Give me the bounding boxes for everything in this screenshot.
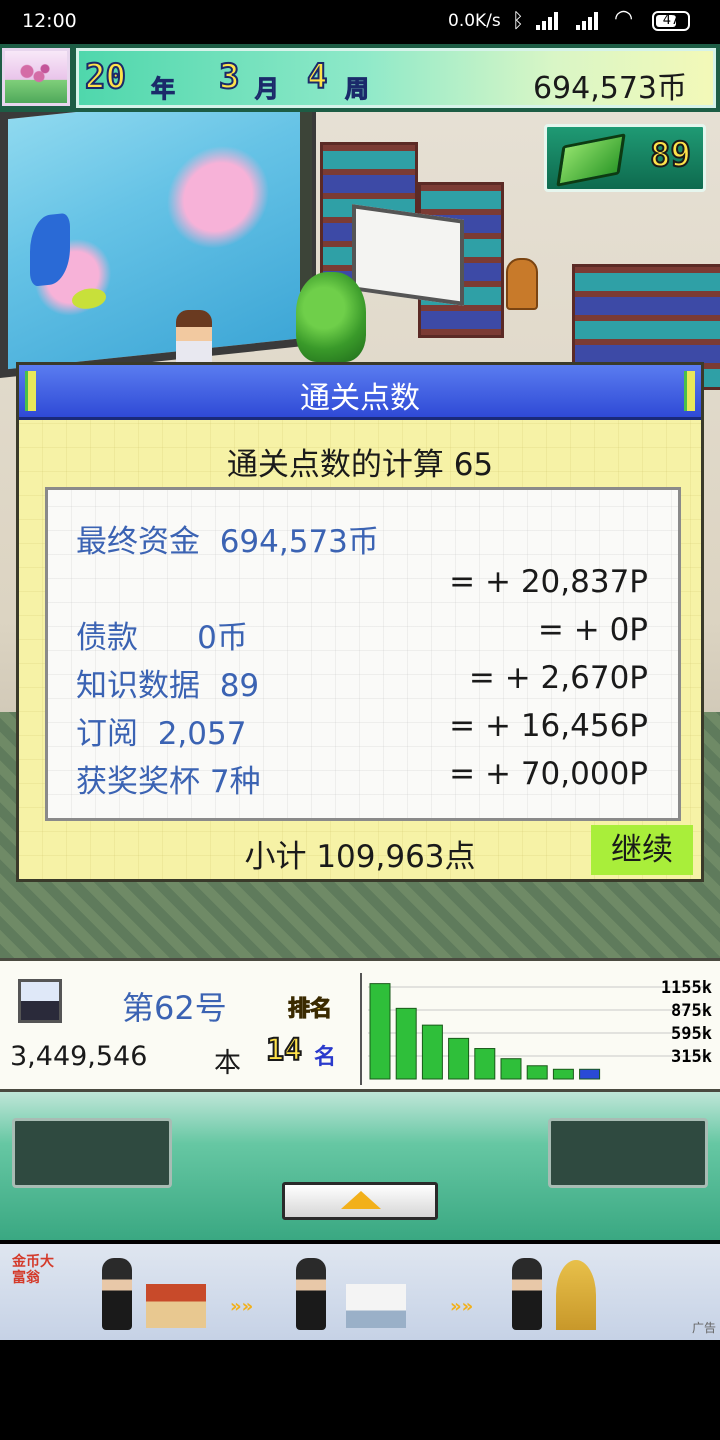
rank-suffix: 名 bbox=[314, 1045, 337, 1070]
chart-bars bbox=[369, 983, 601, 1080]
clock-icon bbox=[506, 258, 538, 310]
chart-y-tick-label: 1155k bbox=[661, 978, 712, 998]
panel-divider bbox=[360, 973, 362, 1085]
ad-arrow-icon-2: »» bbox=[450, 1296, 474, 1317]
row-value-trophies: = + 70,000P bbox=[449, 756, 648, 792]
knowledge-count: 89 bbox=[649, 134, 692, 176]
row-value-knowledge: = + 2,670P bbox=[468, 660, 648, 696]
row-value-funds-points: = + 20,837P bbox=[449, 564, 648, 600]
issue-number: 第62号 bbox=[122, 989, 227, 1027]
expand-menu-button[interactable] bbox=[282, 1182, 438, 1220]
row-value-debt: = + 0P bbox=[537, 612, 648, 648]
ad-character-2 bbox=[296, 1258, 326, 1330]
score-breakdown: 最终资金 694,573币 = + 20,837P 债款 0币 = + 0P 知… bbox=[45, 487, 681, 821]
month-unit: 月 bbox=[255, 75, 280, 104]
chart-bar bbox=[421, 1024, 443, 1080]
ad-character-3 bbox=[512, 1258, 542, 1330]
row-label-knowledge: 知识数据 89 bbox=[76, 668, 260, 704]
chart-bar bbox=[369, 983, 391, 1080]
row-label-debt: 债款 0币 bbox=[76, 620, 248, 656]
date-panel: 20 年 3 月 4 周 694,573币 bbox=[76, 48, 716, 108]
chart-y-tick-label: 315k bbox=[671, 1047, 712, 1067]
ad-character bbox=[102, 1258, 132, 1330]
arrow-up-icon bbox=[341, 1191, 381, 1209]
ad-tower-icon bbox=[556, 1260, 596, 1330]
chart-y-tick-label: 875k bbox=[671, 1001, 712, 1021]
network-speed: 0.0K/s bbox=[448, 11, 501, 31]
chart-gridlines bbox=[368, 986, 710, 1057]
money-display: 694,573币 bbox=[532, 71, 687, 106]
bluetooth-icon: ᛒ bbox=[512, 8, 524, 32]
clear-points-dialog: 通关点数 通关点数的计算 65 最终资金 694,573币 = + 20,837… bbox=[16, 362, 704, 882]
rank-number: 14 bbox=[265, 1032, 303, 1069]
left-menu-button[interactable] bbox=[12, 1118, 172, 1188]
chart-bar bbox=[448, 1037, 470, 1080]
month-number: 3 bbox=[218, 56, 241, 98]
chart-bar bbox=[526, 1065, 548, 1080]
bottom-controls bbox=[0, 1092, 720, 1240]
ad-arrow-icon: »» bbox=[230, 1296, 254, 1317]
year-number: 20 bbox=[84, 56, 127, 98]
row-label-trophies: 获奖奖杯 7种 bbox=[76, 764, 261, 800]
chart-bar bbox=[395, 1007, 417, 1080]
status-bar: 12:00 0.0K/s ᛒ ◠ 47 bbox=[0, 0, 720, 44]
ranking-badge: 排名 bbox=[287, 997, 333, 1023]
magazine-info-panel[interactable]: 第62号 排名 3,449,546 本 14 名 1155k 875k 595k 31… bbox=[0, 958, 720, 1092]
aquarium bbox=[0, 112, 316, 379]
chart-y-labels: 1155k 875k 595k 315k bbox=[661, 978, 712, 1067]
season-cherry-blossom-icon[interactable] bbox=[2, 48, 70, 106]
sales-unit: 本 bbox=[214, 1048, 241, 1079]
ad-building-icon bbox=[346, 1284, 406, 1328]
knowledge-data-button[interactable]: 89 bbox=[544, 124, 706, 192]
right-menu-button[interactable] bbox=[548, 1118, 708, 1188]
signal-icon-2 bbox=[576, 12, 602, 30]
whiteboard bbox=[352, 204, 464, 306]
row-label-final-funds: 最终资金 694,573币 bbox=[76, 524, 379, 560]
ad-banner[interactable]: 金币大富翁 »» »» 广告 bbox=[0, 1244, 720, 1340]
week-unit: 周 bbox=[345, 75, 370, 104]
potted-plant bbox=[296, 272, 366, 362]
chart-bar bbox=[552, 1068, 574, 1080]
week-number: 4 bbox=[306, 56, 329, 98]
row-value-subscriptions: = + 16,456P bbox=[449, 708, 648, 744]
chart-bar bbox=[500, 1058, 522, 1080]
status-time: 12:00 bbox=[22, 10, 77, 32]
wifi-icon: ◠ bbox=[614, 6, 634, 31]
chart-bar bbox=[579, 1068, 601, 1080]
continue-button[interactable]: 继续 bbox=[591, 825, 693, 875]
coral bbox=[158, 130, 278, 264]
signal-icon bbox=[536, 12, 562, 30]
sales-bar-chart: 1155k 875k 595k 315k bbox=[368, 978, 712, 1080]
calc-title: 通关点数的计算 65 bbox=[226, 447, 494, 483]
ad-logo: 金币大富翁 bbox=[12, 1254, 54, 1286]
dialog-header: 通关点数 bbox=[19, 365, 701, 420]
game-top-bar: 20 年 3 月 4 周 694,573币 bbox=[0, 44, 720, 112]
sales-count: 3,449,546 bbox=[10, 1041, 148, 1072]
chart-y-tick-label: 595k bbox=[671, 1024, 712, 1044]
wall-pillar bbox=[300, 112, 312, 292]
magazine-cover-icon bbox=[18, 979, 62, 1023]
chart-bar bbox=[474, 1048, 496, 1080]
employee-character[interactable] bbox=[176, 310, 212, 366]
row-label-subscriptions: 订阅 2,057 bbox=[76, 716, 247, 752]
ad-house-icon bbox=[146, 1284, 206, 1328]
year-unit: 年 bbox=[151, 75, 176, 104]
book-icon bbox=[556, 133, 626, 187]
battery-icon: 47 bbox=[652, 11, 690, 31]
dialog-title: 通关点数 bbox=[300, 381, 420, 416]
battery-level: 47 bbox=[662, 13, 680, 28]
ad-tag: 广告 bbox=[691, 1321, 716, 1335]
